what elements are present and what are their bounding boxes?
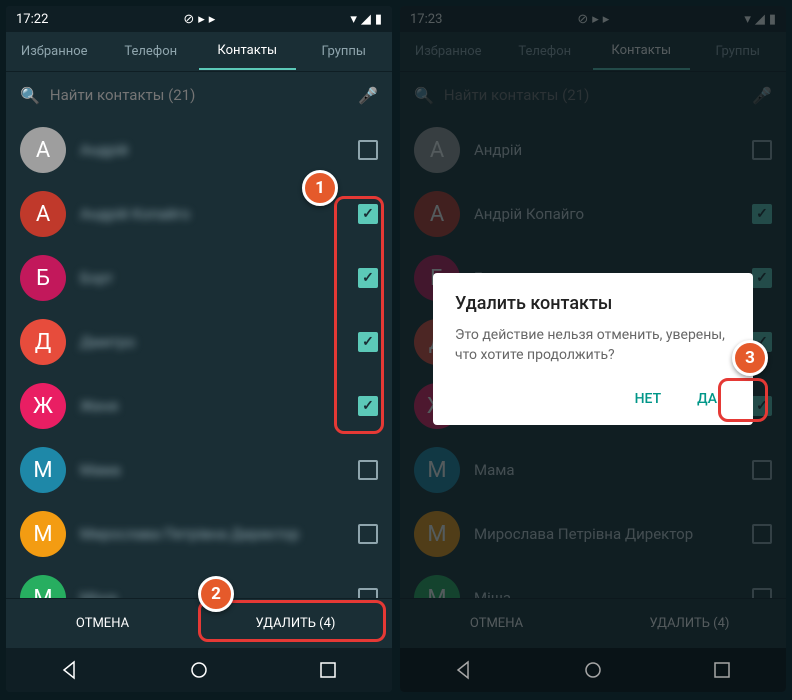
avatar: М [20, 511, 66, 557]
contact-row[interactable]: Ж Женя [6, 374, 392, 438]
contact-name: Борт [80, 269, 344, 287]
dialog-backdrop: Удалить контакты Это действие нельзя отм… [400, 6, 786, 692]
checkbox[interactable] [358, 268, 378, 288]
cancel-button[interactable]: ОТМЕНА [6, 599, 199, 648]
contact-name: Женя [80, 397, 344, 415]
bottom-bar: ОТМЕНА УДАЛИТЬ (4) [6, 598, 392, 648]
dialog-body: Это действие нельзя отменить, уверены, ч… [455, 326, 731, 365]
contact-row[interactable]: Д Дмитро [6, 310, 392, 374]
contact-name: Мама [80, 461, 344, 479]
avatar: А [20, 127, 66, 173]
flag-icon: ▸ [198, 12, 205, 27]
checkbox[interactable] [358, 588, 378, 598]
battery-icon: ▮ [375, 12, 382, 27]
contact-name: Андрій Копайго [80, 205, 344, 223]
avatar: Ж [20, 383, 66, 429]
checkbox[interactable] [358, 524, 378, 544]
avatar: М [20, 447, 66, 493]
badge-3: 3 [732, 340, 768, 376]
avatar: М [20, 575, 66, 598]
contact-name: Мирослава Петрівна Директор [80, 525, 344, 543]
contact-row[interactable]: М Мирослава Петрівна Директор [6, 502, 392, 566]
dialog-title: Удалить контакты [455, 293, 731, 314]
status-icons-right: ▾ ◢ ▮ [350, 12, 382, 27]
tab-phone[interactable]: Телефон [103, 34, 200, 69]
mic-icon[interactable]: 🎤 [358, 86, 378, 105]
status-time: 17:22 [16, 12, 48, 27]
avatar: А [20, 191, 66, 237]
dialog-no-button[interactable]: НЕТ [621, 383, 676, 415]
search-bar[interactable]: 🔍 🎤 [6, 72, 392, 118]
delete-dialog: Удалить контакты Это действие нельзя отм… [433, 273, 753, 425]
checkbox[interactable] [358, 460, 378, 480]
nav-recent-icon[interactable] [318, 660, 338, 680]
checkbox[interactable] [358, 140, 378, 160]
badge-2: 2 [198, 576, 234, 612]
status-icons: ⊘ ▸ ▸ [183, 12, 215, 27]
contact-name: Андрій [80, 141, 344, 159]
flag-icon: ▸ [209, 12, 216, 27]
checkbox[interactable] [358, 332, 378, 352]
contact-row[interactable]: А Андрій [6, 118, 392, 182]
contact-name: Дмитро [80, 333, 344, 351]
nodisturb-icon: ⊘ [183, 12, 194, 27]
avatar: Д [20, 319, 66, 365]
tab-bar: Избранное Телефон Контакты Группы [6, 32, 392, 72]
wifi-icon: ▾ [350, 12, 357, 27]
status-bar: 17:22 ⊘ ▸ ▸ ▾ ◢ ▮ [6, 6, 392, 32]
tab-groups[interactable]: Группы [296, 34, 393, 69]
search-input[interactable] [50, 86, 348, 104]
dialog-yes-button[interactable]: ДА [683, 383, 731, 415]
tab-contacts[interactable]: Контакты [199, 33, 296, 70]
checkbox[interactable] [358, 204, 378, 224]
nav-home-icon[interactable] [189, 660, 209, 680]
checkbox[interactable] [358, 396, 378, 416]
nav-back-icon[interactable] [60, 660, 80, 680]
tab-favorites[interactable]: Избранное [6, 34, 103, 69]
contact-row[interactable]: М Мама [6, 438, 392, 502]
signal-icon: ◢ [361, 12, 371, 27]
dialog-actions: НЕТ ДА [455, 383, 731, 415]
phone-right: 17:23 ⊘ ▸ ▸ ▾ ◢ ▮ Избранное Телефон Конт… [400, 6, 786, 692]
nav-bar [6, 648, 392, 692]
badge-1: 1 [302, 170, 338, 206]
search-icon: 🔍 [20, 86, 40, 105]
contact-row[interactable]: Б Борт [6, 246, 392, 310]
avatar: Б [20, 255, 66, 301]
